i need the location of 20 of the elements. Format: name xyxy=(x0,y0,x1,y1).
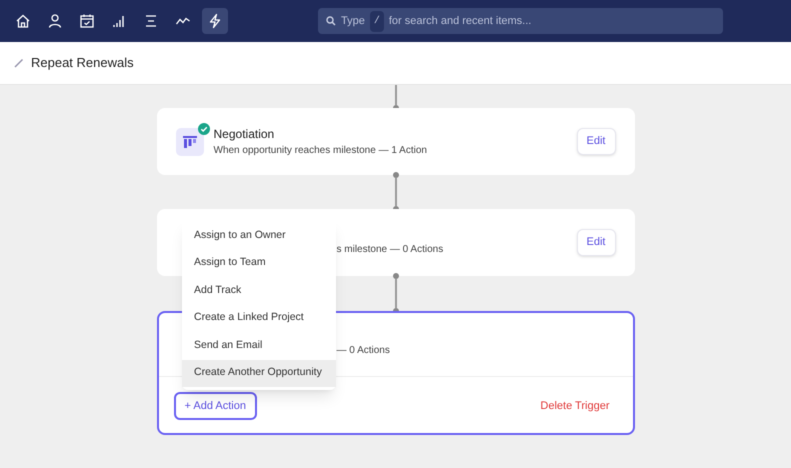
menu-item[interactable]: Assign to an Owner xyxy=(182,222,336,250)
edit-button[interactable]: Edit xyxy=(576,229,616,256)
search-field[interactable]: Type / for search and recent items... xyxy=(318,8,723,34)
edit-button[interactable]: Edit xyxy=(576,128,616,155)
delete-trigger-button[interactable]: Delete Trigger xyxy=(540,398,610,414)
search-icon xyxy=(326,16,336,26)
board-icon xyxy=(176,128,204,156)
lightning-icon[interactable] xyxy=(202,8,228,34)
trigger-description: — 0 Actions xyxy=(336,344,390,358)
pencil-icon xyxy=(14,58,24,68)
menu-item[interactable]: Send an Email xyxy=(182,332,336,360)
menu-item[interactable]: Add Track xyxy=(182,277,336,304)
trigger-description: When opportunity reaches milestone — 1 Action xyxy=(214,144,427,158)
menu-item[interactable]: Create Another Opportunity xyxy=(182,360,336,387)
trigger-title: Negotiation xyxy=(214,126,276,143)
trigger-description: s milestone — 0 Actions xyxy=(336,243,444,257)
page-title: Repeat Renewals xyxy=(31,54,134,72)
menu-item[interactable]: Assign to Team xyxy=(182,250,336,277)
add-action-button[interactable]: + Add Action xyxy=(174,392,257,420)
menu-item[interactable]: Create a Linked Project xyxy=(182,304,336,332)
